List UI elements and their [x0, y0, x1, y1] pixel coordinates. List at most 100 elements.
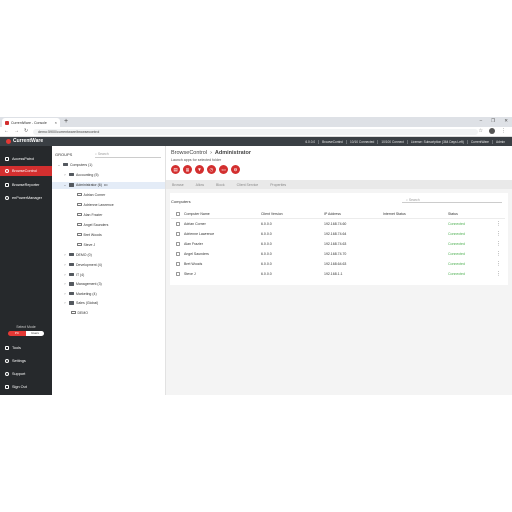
breadcrumb-current: Administrator — [214, 150, 251, 156]
forward-button[interactable]: → — [14, 128, 19, 134]
tree-item-demo-computer[interactable]: DEMO — [71, 311, 88, 315]
maximize-button[interactable]: ❐ — [491, 118, 495, 124]
computer-icon — [77, 212, 82, 217]
nav-enpowermanager[interactable]: enPowerManager — [0, 193, 52, 203]
row-menu-icon[interactable]: ⋮ — [496, 261, 501, 267]
row-computer-name[interactable]: Alan Frazier — [184, 242, 203, 246]
breadcrumb-root[interactable]: BrowseControl — [171, 150, 207, 156]
nav-accesspatrol[interactable]: AccessPatrol — [0, 154, 52, 164]
nav-tools[interactable]: Tools — [0, 343, 52, 353]
chevron-right-icon[interactable]: › — [63, 292, 67, 296]
star-icon[interactable]: ☆ — [479, 128, 483, 134]
nav-browsecontrol[interactable]: BrowseControl — [0, 166, 52, 176]
tree-item-marketing[interactable]: › Marketing (4) — [63, 292, 96, 296]
row-checkbox[interactable] — [176, 232, 180, 236]
tree-item-computer[interactable]: Adrian Corner — [77, 193, 105, 197]
mode-pc-button[interactable]: PC — [8, 331, 26, 336]
block-icon[interactable]: ⊖ — [231, 165, 240, 174]
browser-tab[interactable]: CurrentWare - Console × — [2, 118, 60, 127]
folder-icon — [69, 301, 74, 305]
more-options-icon[interactable]: ••• — [104, 183, 108, 187]
new-tab-button[interactable]: + — [64, 118, 68, 126]
list-icon[interactable]: ≣ — [183, 165, 192, 174]
nav-settings[interactable]: Settings — [0, 356, 52, 366]
select-mode-toggle[interactable]: PC Users — [8, 331, 44, 336]
chevron-right-icon[interactable]: › — [63, 273, 67, 277]
tree-item-sales[interactable]: › Sales (Global) — [63, 301, 98, 305]
groups-search-input[interactable]: ⌕ Search — [95, 151, 161, 158]
tree-item-demo-group[interactable]: › DEMO (0) — [63, 253, 91, 257]
row-computer-name[interactable]: Adrienne Lawrence — [184, 232, 214, 236]
column-header-status[interactable]: Status — [448, 212, 458, 216]
avatar[interactable] — [489, 128, 495, 134]
computer-icon — [77, 232, 82, 237]
tree-item-management[interactable]: › Management (3) — [63, 282, 102, 286]
shield-icon — [5, 157, 9, 161]
chevron-down-icon[interactable]: ⌄ — [63, 183, 67, 187]
row-menu-icon[interactable]: ⋮ — [496, 241, 501, 247]
nav-browsereporter[interactable]: BrowseReporter — [0, 180, 52, 190]
tree-item-computer[interactable]: Alan Frazier — [77, 213, 102, 217]
tree-item-computers[interactable]: ⌄ Computers (1) — [57, 163, 93, 167]
back-button[interactable]: ← — [4, 128, 9, 134]
row-menu-icon[interactable]: ⋮ — [496, 231, 501, 237]
company-info[interactable]: CurrentWare — [466, 139, 492, 144]
close-tab-icon[interactable]: × — [55, 120, 57, 125]
row-checkbox[interactable] — [176, 272, 180, 276]
tab-browse[interactable]: Browse — [166, 183, 190, 187]
chevron-right-icon[interactable]: › — [63, 301, 67, 305]
tab-properties[interactable]: Properties — [264, 183, 292, 187]
column-header-internet[interactable]: Internet Status — [383, 212, 406, 216]
tools-icon — [5, 346, 9, 350]
tree-item-administrator[interactable]: ⌄ Administrator (6) ••• — [63, 183, 108, 187]
tree-item-computer[interactable]: Angel Saunders — [77, 223, 108, 227]
chevron-right-icon[interactable]: › — [63, 263, 67, 267]
column-header-ip[interactable]: IP Address — [324, 212, 341, 216]
tab-block[interactable]: Block — [210, 183, 231, 187]
window-controls: – ❐ ✕ — [480, 118, 508, 124]
chevron-right-icon[interactable]: › — [63, 173, 67, 177]
mode-users-button[interactable]: Users — [26, 331, 44, 336]
nav-support[interactable]: Support — [0, 369, 52, 379]
chevron-right-icon[interactable]: › — [63, 282, 67, 286]
tree-item-accounting[interactable]: › Accounting (5) — [63, 173, 98, 177]
row-computer-name[interactable]: Steve J — [184, 272, 196, 276]
tree-item-label: Management (3) — [76, 282, 102, 286]
row-menu-icon[interactable]: ⋮ — [496, 271, 501, 277]
tree-item-development[interactable]: › Development (4) — [63, 263, 101, 267]
tab-allow[interactable]: Allow — [190, 183, 210, 187]
row-computer-name[interactable]: Angel Saunders — [184, 252, 209, 256]
row-computer-name[interactable]: Bret Woods — [184, 262, 202, 266]
user-menu[interactable]: Admin — [491, 139, 508, 144]
tree-item-computer[interactable]: Bret Woods — [77, 233, 102, 237]
row-checkbox[interactable] — [176, 252, 180, 256]
row-checkbox[interactable] — [176, 242, 180, 246]
minimize-button[interactable]: – — [480, 118, 483, 124]
row-menu-icon[interactable]: ⋮ — [496, 251, 501, 257]
select-all-checkbox[interactable] — [176, 212, 180, 216]
column-header-name[interactable]: Computer Name — [184, 212, 210, 216]
tab-client-service[interactable]: Client Service — [231, 183, 265, 187]
nav-signout[interactable]: Sign Out — [0, 382, 52, 392]
row-checkbox[interactable] — [176, 222, 180, 226]
filter-icon[interactable]: ▼ — [195, 165, 204, 174]
close-window-button[interactable]: ✕ — [504, 118, 508, 124]
reload-button[interactable]: ↻ — [24, 128, 28, 134]
computer-icon — [77, 242, 82, 247]
chevron-right-icon[interactable]: › — [63, 253, 67, 257]
tree-item-it[interactable]: › IT (4) — [63, 273, 84, 277]
column-header-version[interactable]: Client Version — [261, 212, 283, 216]
screen-icon[interactable]: ▭ — [219, 165, 228, 174]
row-menu-icon[interactable]: ⋮ — [496, 221, 501, 227]
tree-item-computer[interactable]: Adrienne Lawrence — [77, 203, 114, 207]
url-input[interactable]: demo:5900/currentware/browsecontrol — [33, 128, 478, 135]
tree-item-computer[interactable]: Steve J — [77, 243, 95, 247]
browser-menu-icon[interactable]: ⋮ — [501, 128, 506, 134]
table-search-input[interactable]: ⌕ Search — [402, 197, 502, 203]
row-checkbox[interactable] — [176, 262, 180, 266]
clock-icon[interactable]: ◷ — [207, 165, 216, 174]
breadcrumb: BrowseControl › Administrator — [171, 150, 251, 156]
chevron-down-icon[interactable]: ⌄ — [57, 163, 61, 167]
browse-icon[interactable]: ▤ — [171, 165, 180, 174]
row-computer-name[interactable]: Adrian Corner — [184, 222, 206, 226]
